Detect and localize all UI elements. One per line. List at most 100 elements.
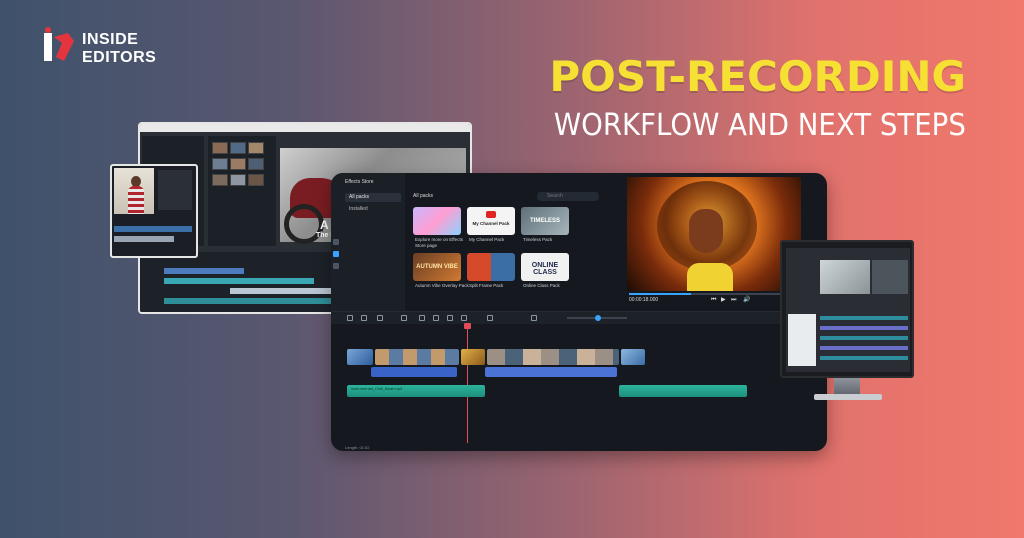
person-video-frame — [114, 168, 154, 214]
pack-card-online-class[interactable]: ONLINE CLASS — [521, 253, 569, 281]
redo-icon[interactable] — [361, 315, 367, 321]
thumb — [212, 158, 228, 170]
video-clip[interactable] — [461, 349, 485, 365]
left-editor-window — [110, 164, 198, 258]
player-preview — [627, 177, 801, 291]
timeline-clip — [164, 268, 244, 274]
timeline-clip — [164, 278, 314, 284]
thumb — [248, 174, 264, 186]
thumb — [212, 142, 228, 154]
pack-card-my-channel[interactable]: My Channel Pack — [467, 207, 515, 235]
tool-rail — [333, 239, 341, 279]
desktop-monitor — [780, 240, 914, 378]
effects-store-title: Effects Store — [345, 179, 374, 185]
rotate-icon[interactable] — [419, 315, 425, 321]
timecode: 00:00:18.000 — [629, 297, 659, 303]
thumb — [248, 142, 264, 154]
zoom-slider[interactable] — [567, 315, 627, 321]
thumb — [230, 174, 246, 186]
video-clip[interactable] — [487, 349, 619, 365]
pack-card-text: AUTUMN VIBE — [416, 264, 458, 270]
overlay-clip[interactable] — [485, 367, 617, 377]
delete-icon[interactable] — [377, 315, 383, 321]
pack-card-split-frame[interactable] — [467, 253, 515, 281]
audio-clip[interactable] — [619, 385, 747, 397]
timeline-ruler — [345, 325, 825, 333]
playback-scrubber[interactable] — [629, 293, 799, 295]
transitions-icon[interactable] — [333, 263, 339, 269]
monitor-track — [820, 346, 908, 350]
pack-card-text: ONLINE CLASS — [531, 262, 559, 276]
video-clip[interactable] — [375, 349, 459, 365]
effects-search-input[interactable]: Search — [537, 192, 599, 201]
undo-icon[interactable] — [347, 315, 353, 321]
monitor-track — [820, 356, 908, 360]
thumb — [212, 174, 228, 186]
inside-editors-logo-icon — [44, 27, 74, 61]
pack-card-text: TIMELESS — [529, 218, 560, 224]
pack-card-timeless[interactable]: TIMELESS — [521, 207, 569, 235]
brand-logo: INSIDE EDITORS — [38, 27, 178, 71]
packs-header: All packs — [413, 193, 434, 199]
audio-icon[interactable] — [487, 315, 493, 321]
settings-icon[interactable] — [531, 315, 537, 321]
video-clip[interactable] — [347, 349, 373, 365]
playhead-handle[interactable] — [464, 323, 471, 329]
overlay-clip[interactable] — [371, 367, 457, 377]
monitor-doc-panel — [788, 314, 816, 366]
monitor-screen — [786, 248, 910, 372]
effects-store-sidebar: Effects Store All packs Installed — [331, 173, 405, 313]
logo-text-line2: EDITORS — [82, 49, 157, 66]
window-titlebar — [140, 124, 470, 132]
volume-icon[interactable]: 🔊 — [743, 297, 750, 303]
thumb — [230, 158, 246, 170]
preview-yellow-top — [687, 263, 733, 291]
main-editor-window: Effects Store All packs Installed All pa… — [331, 173, 827, 451]
pack-card-label: Split Frame Pack — [469, 283, 504, 288]
video-clip[interactable] — [621, 349, 645, 365]
skip-back-icon[interactable]: ⏮ — [711, 297, 716, 303]
pack-card-label: Explore more on Effects Store page — [415, 237, 463, 248]
timeline-clip — [230, 288, 340, 294]
audio-clip-label: instrumental_Chill_Beat.mp3 — [351, 386, 403, 391]
marker-icon[interactable] — [461, 315, 467, 321]
headline-primary: POST-RECORDING — [549, 52, 966, 101]
pack-card-autumn[interactable]: AUTUMN VIBE — [413, 253, 461, 281]
crop-icon[interactable] — [433, 315, 439, 321]
color-adjust-icon[interactable] — [447, 315, 453, 321]
pack-card-label: Online Class Pack — [523, 283, 560, 288]
monitor-preview-alt — [872, 260, 908, 294]
video-track — [347, 349, 645, 365]
thumbnail-canvas: INSIDE EDITORS POST-RECORDING WORKFLOW A… — [0, 0, 1024, 538]
mini-grid — [158, 170, 192, 210]
category-installed[interactable]: Installed — [349, 206, 368, 212]
zoom-slider-thumb[interactable] — [595, 315, 601, 321]
monitor-track — [820, 336, 908, 340]
cut-icon[interactable] — [401, 315, 407, 321]
category-all-packs[interactable]: All packs — [345, 193, 401, 202]
thumb — [248, 158, 264, 170]
pack-card-label: My Channel Pack — [469, 237, 505, 242]
pack-card-label: Timeless Pack — [523, 237, 553, 242]
skip-forward-icon[interactable]: ⏭ — [731, 297, 736, 303]
monitor-preview — [820, 260, 870, 294]
headline-secondary: WORKFLOW AND NEXT STEPS — [553, 108, 966, 143]
playback-progress — [629, 293, 691, 295]
timeline-toolbar — [331, 311, 827, 324]
monitor-track — [820, 326, 908, 330]
pack-card-label: Autumn Vibe Overlay Pack — [415, 283, 469, 288]
pack-card-text: My Channel Pack — [472, 221, 510, 226]
monitor-base — [814, 394, 882, 400]
timeline-playhead[interactable] — [464, 323, 471, 443]
effects-icon[interactable] — [333, 251, 339, 257]
pack-card-explore[interactable] — [413, 207, 461, 235]
thumbnail-grid-panel — [208, 136, 276, 246]
play-badge-icon — [486, 211, 496, 218]
thumb — [230, 142, 246, 154]
mini-clip — [114, 236, 174, 242]
play-icon[interactable]: ▶ — [721, 297, 726, 303]
import-icon[interactable] — [333, 239, 339, 245]
monitor-frame — [780, 240, 914, 378]
preview-face — [689, 209, 723, 253]
mini-clip — [114, 226, 192, 232]
